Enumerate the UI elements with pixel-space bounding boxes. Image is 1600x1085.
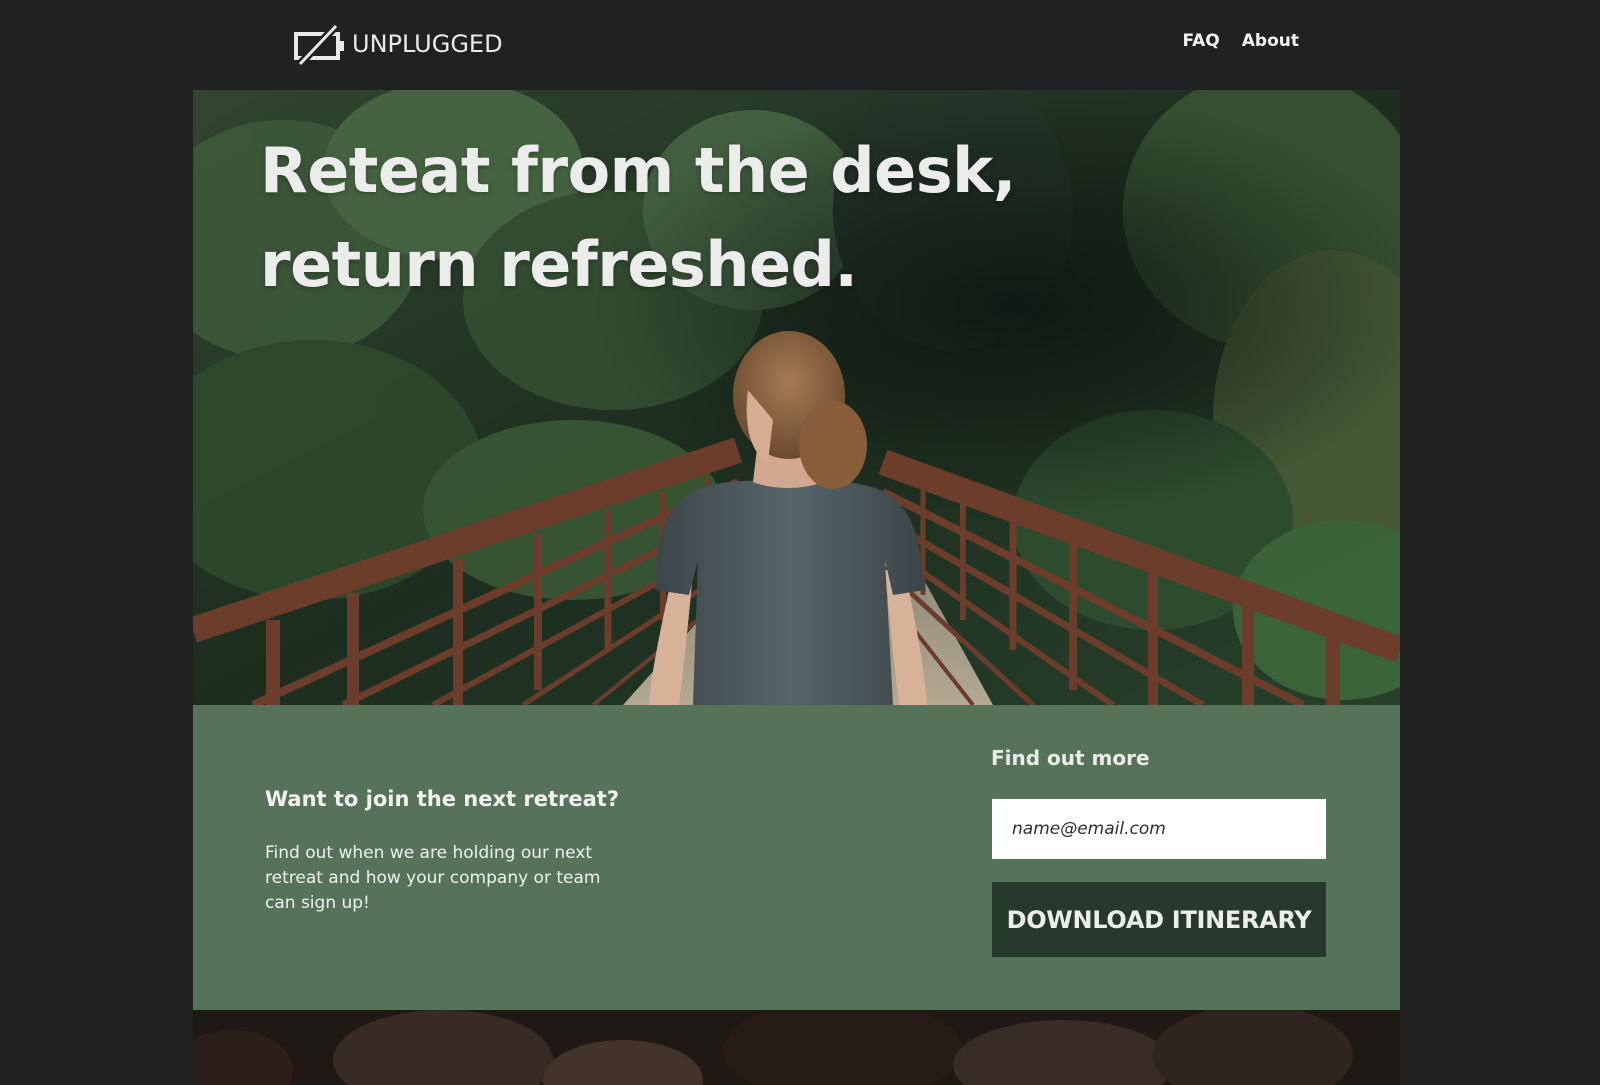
hero-title: Reteat from the desk, return refreshed. — [260, 134, 1016, 301]
hero-section: Reteat from the desk, return refreshed. — [193, 90, 1400, 705]
logo-text: UNPLUGGED — [352, 30, 503, 58]
nav-link-faq[interactable]: FAQ — [1182, 31, 1219, 51]
page: UNPLUGGED FAQ About Reteat from the desk… — [0, 0, 1600, 1085]
next-section-image — [193, 1010, 1400, 1085]
email-input[interactable] — [992, 799, 1326, 859]
unplugged-logo-icon — [294, 23, 344, 66]
download-itinerary-button[interactable]: DOWNLOAD ITINERARY — [992, 882, 1326, 957]
main-nav: FAQ About — [1182, 31, 1299, 51]
next-section-photo — [193, 1010, 1400, 1085]
nav-link-about[interactable]: About — [1242, 31, 1299, 51]
signup-section: Want to join the next retreat? Find out … — [193, 705, 1400, 1010]
site-header: UNPLUGGED FAQ About — [0, 0, 1600, 90]
form-heading: Find out more — [991, 746, 1150, 770]
signup-heading: Want to join the next retreat? — [265, 787, 620, 811]
signup-description: Find out when we are holding our next re… — [265, 843, 601, 913]
logo-link[interactable]: UNPLUGGED — [292, 22, 503, 66]
